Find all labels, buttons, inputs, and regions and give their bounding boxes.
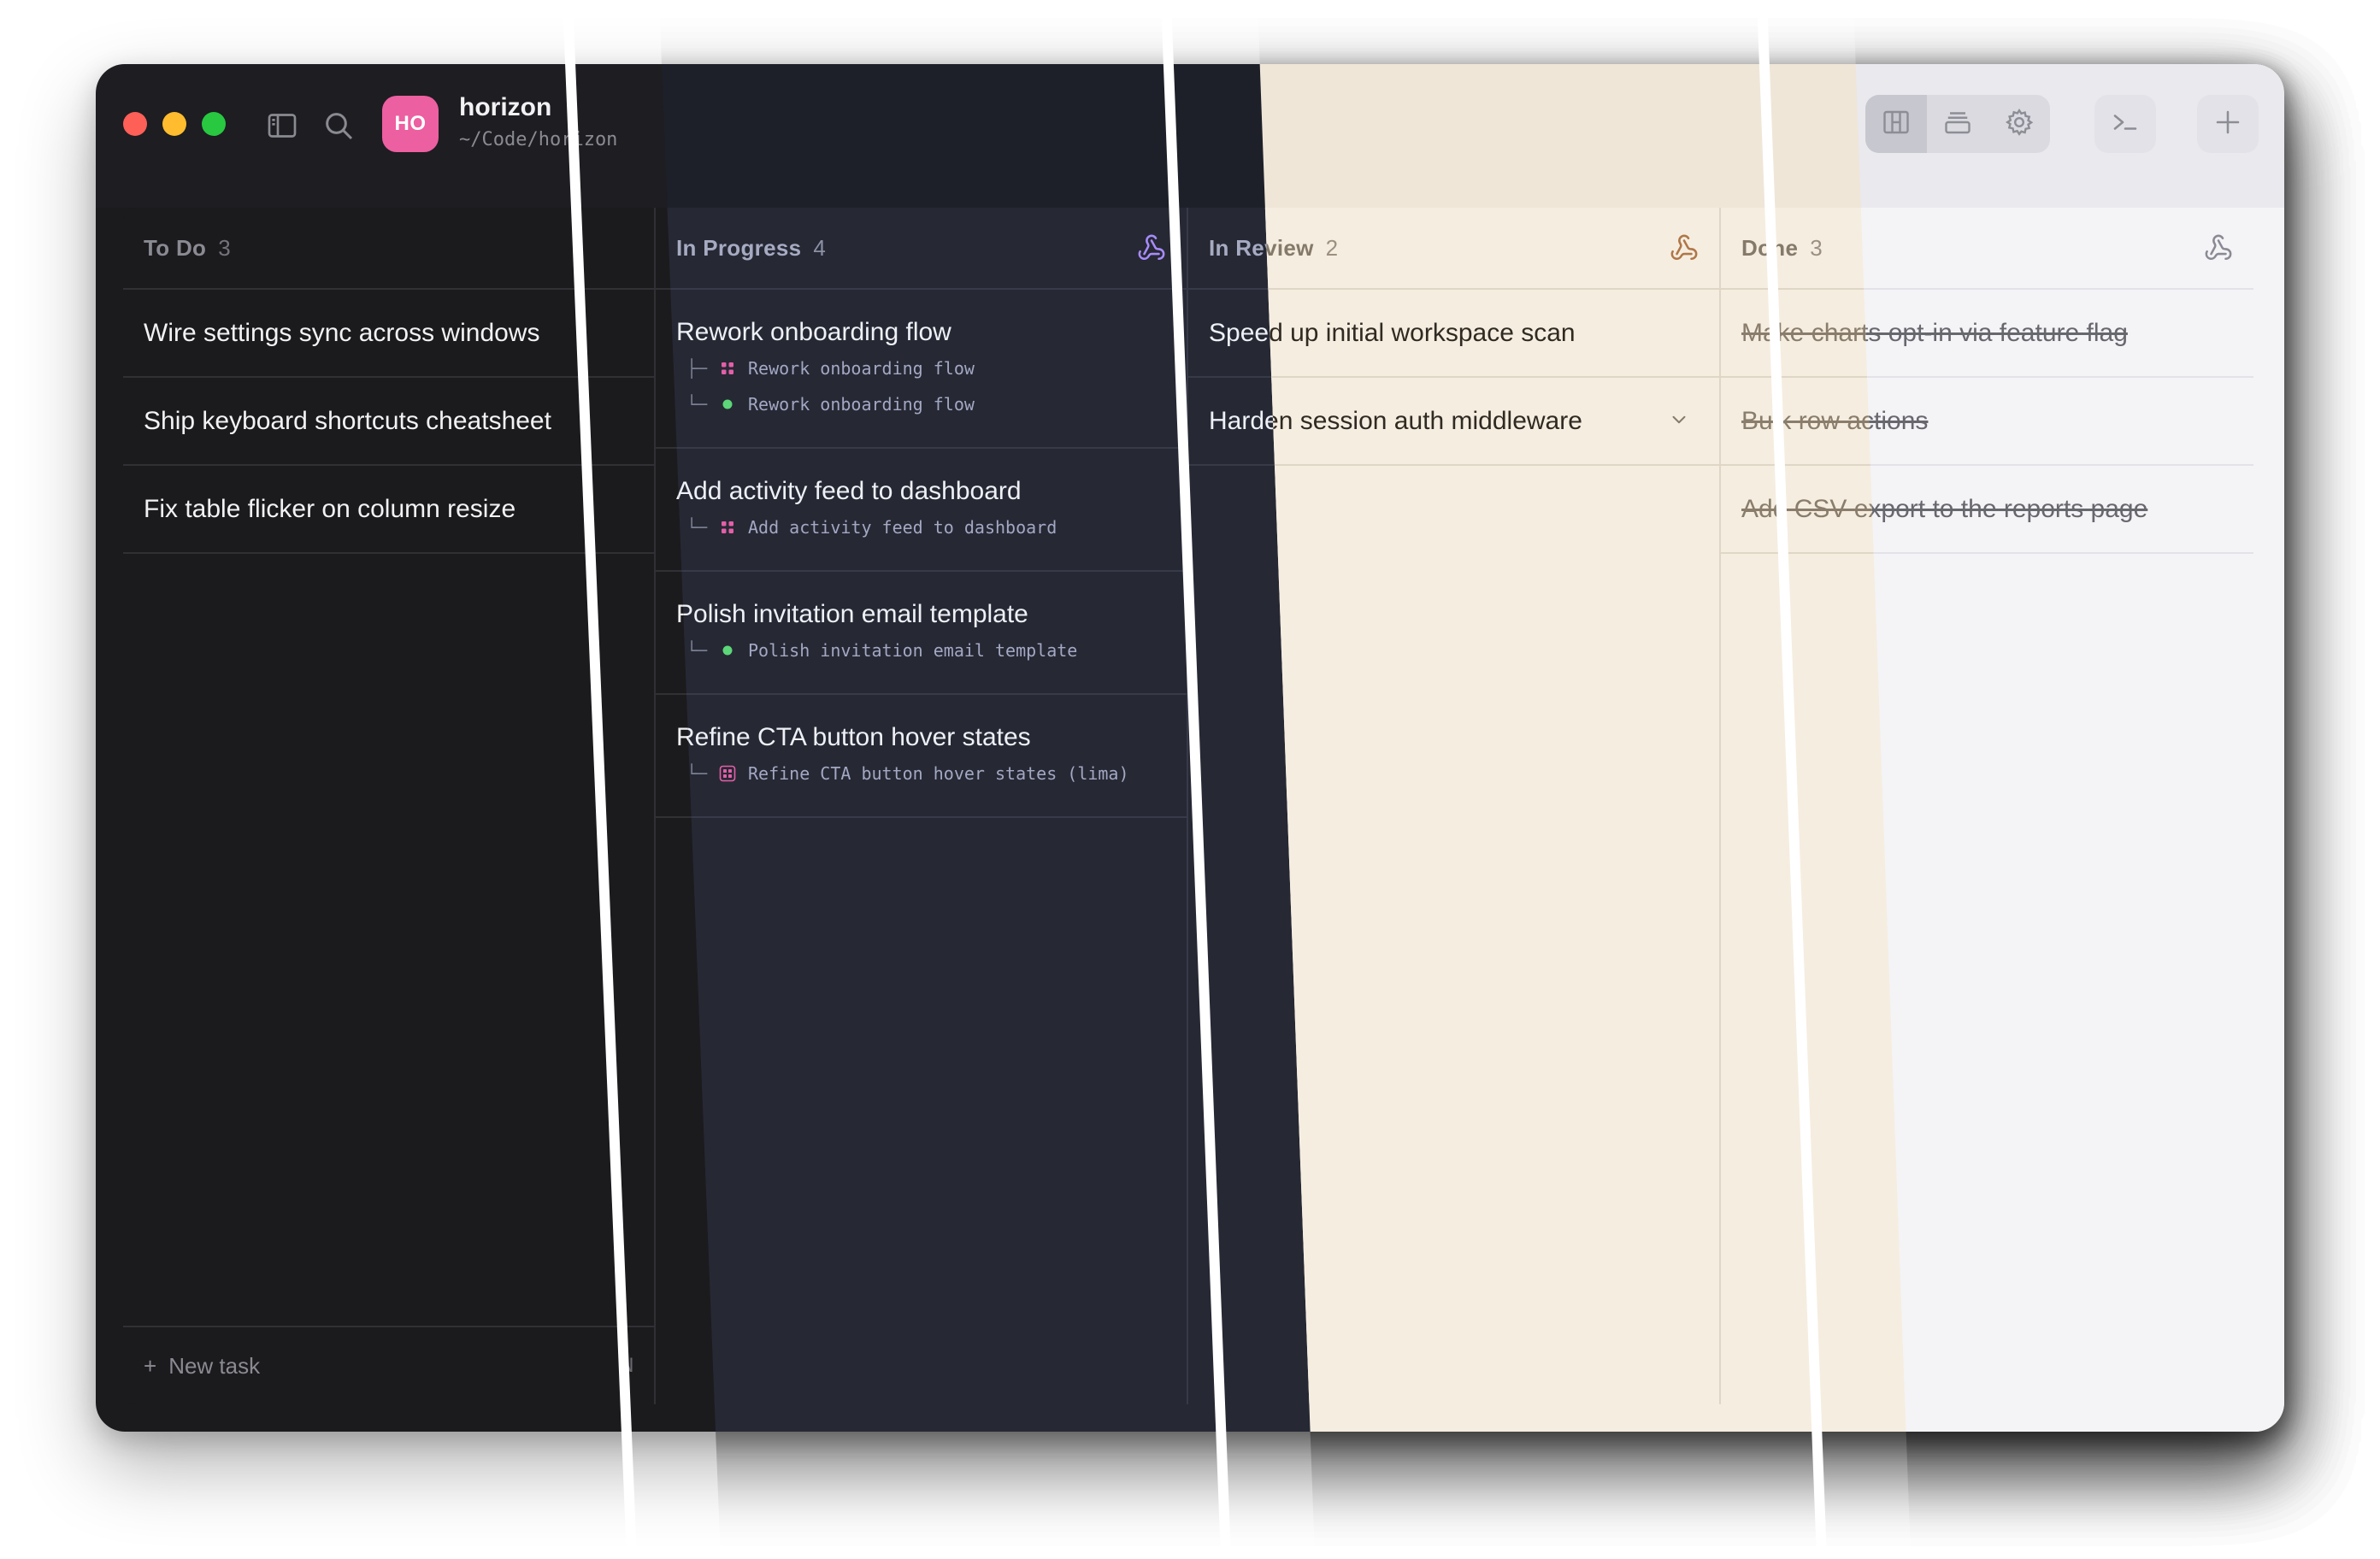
task-card[interactable]: Fix table flicker on column resize (123, 466, 654, 554)
column-to-do: To Do 3 Wire settings sync across windows S… (123, 208, 656, 1404)
task-card[interactable]: Add activity feed to dashboard └─ Add acti… (658, 449, 1187, 572)
task-session-row[interactable]: └─ Polish invitation email template (676, 633, 1166, 668)
tree-branch: └─ (686, 517, 708, 538)
terminal-button[interactable] (2094, 95, 2156, 153)
new-task-label: New task (168, 1352, 261, 1379)
session-label: Polish invitation email template (748, 640, 1078, 661)
task-card[interactable]: Rework onboarding flow ├─ Rework onboardin… (658, 290, 1187, 449)
view-switcher (1865, 95, 2050, 153)
tree-branch: └─ (686, 640, 708, 661)
session-label: Refine CTA button hover states (lima) (748, 763, 1129, 784)
boxed-grid-icon (716, 762, 739, 785)
sidebar-toggle-icon[interactable] (265, 109, 299, 143)
tree-branch: └─ (686, 763, 708, 784)
webhook-icon[interactable] (2204, 233, 2233, 262)
view-tab-stacked-list[interactable] (1927, 95, 1988, 153)
task-card[interactable]: Polish invitation email template └─ Polish… (658, 572, 1187, 695)
task-title: Fix table flicker on column resize (144, 494, 516, 523)
search-icon[interactable] (321, 109, 356, 143)
webhook-icon[interactable] (1670, 233, 1699, 262)
webhook-icon[interactable] (1137, 233, 1166, 262)
plus-icon: + (144, 1352, 157, 1379)
column-header: In Progress 4 (658, 208, 1187, 290)
session-label: Rework onboarding flow (748, 358, 975, 379)
gear-icon (2004, 107, 2035, 142)
terminal-icon (2110, 107, 2141, 142)
window-controls (123, 112, 226, 136)
column-count: 3 (218, 234, 231, 261)
task-session-row[interactable]: └─ Refine CTA button hover states (lima) (676, 756, 1166, 791)
plus-icon (2212, 107, 2243, 142)
chevron-down-icon[interactable] (1668, 409, 1690, 431)
project-path: ~/Code/horizon (459, 129, 618, 150)
add-button[interactable] (2197, 95, 2259, 153)
task-session-row[interactable]: ├─ Rework onboarding flow (676, 351, 1166, 385)
session-label: Rework onboarding flow (748, 394, 975, 415)
tree-branch: └─ (686, 394, 708, 415)
zoom-window-button[interactable] (202, 112, 226, 136)
task-card[interactable]: Ship keyboard shortcuts cheatsheet (123, 378, 654, 466)
session-label: Add activity feed to dashboard (748, 517, 1057, 538)
view-tab-gear[interactable] (1988, 95, 2050, 153)
grid-icon (716, 515, 739, 539)
theme-comparison-stage: HO horizon ~/Code/horizon To Do 3 Wire settin… (0, 0, 2380, 1559)
status-dot-icon (716, 638, 739, 662)
grid-icon (716, 356, 739, 380)
view-tab-kanban-board[interactable] (1865, 95, 1927, 153)
column-count: 3 (1810, 234, 1823, 261)
new-task-button[interactable]: +New taskN (123, 1326, 654, 1404)
task-title: Wire settings sync across windows (144, 318, 540, 347)
task-title: Ship keyboard shortcuts cheatsheet (144, 406, 551, 435)
task-title: Rework onboarding flow (676, 318, 951, 346)
project-name[interactable]: horizon (459, 93, 551, 122)
column-title: To Do (144, 234, 207, 261)
task-title: Add activity feed to dashboard (676, 477, 1022, 505)
kanban-board-icon (1881, 107, 1912, 142)
project-avatar[interactable]: HO (382, 96, 439, 152)
column-count: 2 (1325, 234, 1339, 261)
close-window-button[interactable] (123, 112, 147, 136)
column-title: In Progress (676, 234, 802, 261)
task-title: Refine CTA button hover states (676, 723, 1031, 751)
column-count: 4 (813, 234, 826, 261)
stacked-list-icon (1942, 107, 1973, 142)
task-title: Polish invitation email template (676, 600, 1028, 628)
task-session-row[interactable]: └─ Add activity feed to dashboard (676, 510, 1166, 544)
column-in-progress: In Progress4Rework onboarding flow├─Rewo… (658, 208, 1188, 1404)
minimize-window-button[interactable] (162, 112, 186, 136)
column-header: In Review2 (1257, 208, 1719, 290)
task-session-row[interactable]: └─ Rework onboarding flow (676, 387, 1166, 421)
tree-branch: ├─ (686, 358, 708, 379)
status-dot-icon (716, 392, 739, 416)
task-card[interactable]: Refine CTA button hover states └─ Refine C… (658, 695, 1187, 818)
